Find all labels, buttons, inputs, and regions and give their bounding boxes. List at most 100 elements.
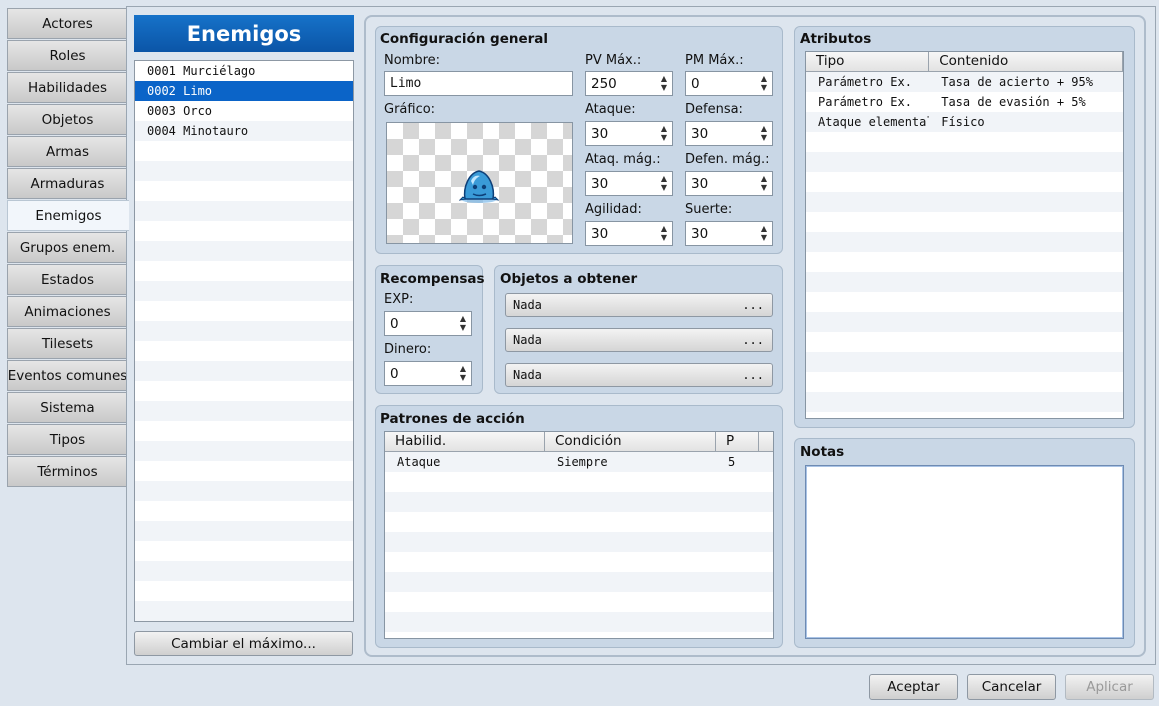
exp-spinbox[interactable]: 0 ▲ ▼ — [384, 311, 472, 336]
list-item[interactable]: 0001 Murciélago — [135, 61, 353, 81]
tab-2[interactable]: Habilidades — [7, 72, 127, 103]
tab-5[interactable]: Armaduras — [7, 168, 127, 199]
column-header-skill[interactable]: Habilid. — [385, 432, 545, 451]
tab-13[interactable]: Tipos — [7, 424, 127, 455]
tab-10[interactable]: Tilesets — [7, 328, 127, 359]
spin-arrows-icon[interactable]: ▲ ▼ — [458, 314, 468, 332]
tab-12[interactable]: Sistema — [7, 392, 127, 423]
attack-spinbox[interactable]: 30 ▲ ▼ — [585, 121, 673, 146]
table-row[interactable] — [385, 472, 773, 492]
tab-8[interactable]: Estados — [7, 264, 127, 295]
table-row[interactable] — [806, 232, 1123, 252]
table-cell: Parámetro Ex. — [818, 75, 912, 89]
drop-item-3-button[interactable]: Nada... — [505, 363, 773, 387]
tab-6[interactable]: Enemigos — [7, 200, 129, 231]
tab-7[interactable]: Grupos enem. — [7, 232, 127, 263]
enemy-graphic[interactable] — [386, 122, 573, 244]
table-cell — [806, 352, 929, 372]
tab-1[interactable]: Roles — [7, 40, 127, 71]
table-cell — [929, 352, 1123, 372]
gold-spinbox[interactable]: 0 ▲ ▼ — [384, 361, 472, 386]
luck-spinbox[interactable]: 30 ▲ ▼ — [685, 221, 773, 246]
drop-item-1-button[interactable]: Nada... — [505, 293, 773, 317]
traits-table[interactable]: Tipo Contenido Parámetro Ex. Tasa de acie… — [805, 51, 1124, 419]
column-header-condition[interactable]: Condición — [545, 432, 716, 451]
column-header-type[interactable]: Tipo — [806, 52, 930, 71]
change-max-button[interactable]: Cambiar el máximo... — [134, 631, 353, 656]
tab-3[interactable]: Objetos — [7, 104, 127, 135]
table-row[interactable]: Ataque Siempre 5 — [385, 452, 773, 472]
action-patterns-title: Patrones de acción — [380, 411, 525, 427]
table-cell — [806, 192, 929, 212]
table-row[interactable] — [385, 512, 773, 532]
table-row[interactable] — [806, 312, 1123, 332]
table-row[interactable] — [385, 492, 773, 512]
pm-max-spinbox[interactable]: 0 ▲ ▼ — [685, 71, 773, 96]
table-cell — [806, 232, 929, 252]
spin-arrows-icon[interactable]: ▲ ▼ — [759, 174, 769, 192]
spin-arrows-icon[interactable]: ▲ ▼ — [659, 74, 669, 92]
table-cell — [806, 272, 929, 292]
spin-arrows-icon[interactable]: ▲ ▼ — [759, 224, 769, 242]
table-row[interactable] — [806, 132, 1123, 152]
name-input[interactable]: Limo — [384, 71, 573, 96]
enemy-list[interactable]: 0001 Murciélago 0002 Limo 0003 Orco 0004 Mi… — [134, 60, 354, 622]
table-row[interactable] — [385, 532, 773, 552]
list-item — [135, 441, 353, 461]
table-row[interactable] — [806, 292, 1123, 312]
table-row[interactable]: Ataque elemental Físico — [806, 112, 1123, 132]
spin-arrows-icon[interactable]: ▲ ▼ — [659, 124, 669, 142]
slime-sprite-icon — [459, 170, 499, 203]
tab-11[interactable]: Eventos comunes — [7, 360, 127, 391]
apply-button[interactable]: Aplicar — [1065, 674, 1154, 700]
notes-textarea[interactable] — [805, 465, 1124, 639]
table-cell — [929, 212, 1123, 232]
table-row[interactable] — [806, 212, 1123, 232]
spin-arrows-icon[interactable]: ▲ ▼ — [759, 74, 769, 92]
list-item[interactable]: 0002 Limo — [135, 81, 353, 101]
table-row[interactable] — [806, 352, 1123, 372]
table-row[interactable] — [806, 152, 1123, 172]
table-cell — [806, 392, 929, 412]
agility-spinbox[interactable]: 30 ▲ ▼ — [585, 221, 673, 246]
spin-arrows-icon[interactable]: ▲ ▼ — [759, 124, 769, 142]
table-row[interactable] — [385, 592, 773, 612]
column-header-priority[interactable]: P — [716, 432, 759, 451]
spin-arrows-icon[interactable]: ▲ ▼ — [458, 364, 468, 382]
cancel-button[interactable]: Cancelar — [967, 674, 1056, 700]
table-row[interactable] — [806, 272, 1123, 292]
column-header-content[interactable]: Contenido — [929, 52, 1123, 71]
magic-attack-label: Ataq. mág.: — [585, 152, 661, 167]
table-row[interactable]: Parámetro Ex. Tasa de evasión + 5% — [806, 92, 1123, 112]
action-patterns-table[interactable]: Habilid. Condición P Ataque Siempre 5 — [384, 431, 774, 639]
spin-arrows-icon[interactable]: ▲ ▼ — [659, 224, 669, 242]
table-row[interactable]: Parámetro Ex. Tasa de acierto + 95% — [806, 72, 1123, 92]
table-row[interactable] — [385, 612, 773, 632]
tab-14[interactable]: Términos — [7, 456, 127, 487]
list-title: Enemigos — [134, 15, 354, 52]
table-row[interactable] — [806, 252, 1123, 272]
tab-9[interactable]: Animaciones — [7, 296, 127, 327]
table-row[interactable] — [806, 332, 1123, 352]
magic-attack-spinbox[interactable]: 30 ▲ ▼ — [585, 171, 673, 196]
ok-button[interactable]: Aceptar — [869, 674, 958, 700]
table-row[interactable] — [806, 172, 1123, 192]
list-item — [135, 401, 353, 421]
table-row[interactable] — [806, 392, 1123, 412]
table-cell — [806, 412, 929, 418]
list-item[interactable]: 0003 Orco — [135, 101, 353, 121]
tab-4[interactable]: Armas — [7, 136, 127, 167]
list-item[interactable]: 0004 Minotauro — [135, 121, 353, 141]
pv-max-spinbox[interactable]: 250 ▲ ▼ — [585, 71, 673, 96]
table-row[interactable] — [806, 372, 1123, 392]
defense-spinbox[interactable]: 30 ▲ ▼ — [685, 121, 773, 146]
table-row[interactable] — [806, 412, 1123, 418]
table-row[interactable] — [385, 552, 773, 572]
drop-item-2-button[interactable]: Nada... — [505, 328, 773, 352]
traits-title: Atributos — [800, 31, 872, 47]
tab-0[interactable]: Actores — [7, 8, 127, 39]
table-row[interactable] — [385, 572, 773, 592]
table-row[interactable] — [806, 192, 1123, 212]
spin-arrows-icon[interactable]: ▲ ▼ — [659, 174, 669, 192]
magic-defense-spinbox[interactable]: 30 ▲ ▼ — [685, 171, 773, 196]
